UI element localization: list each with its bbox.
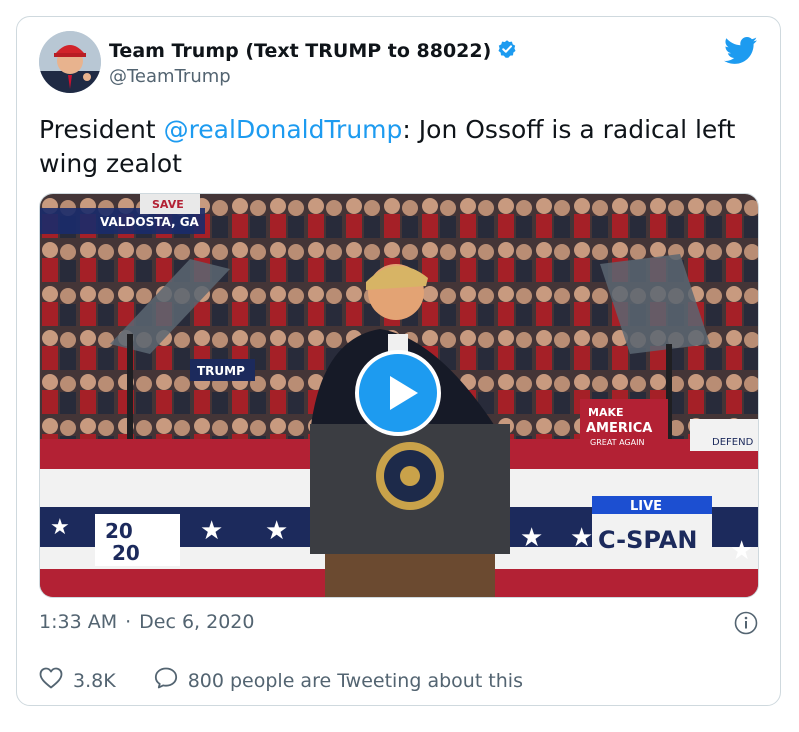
mention-link[interactable]: @realDonaldTrump — [164, 115, 403, 144]
tweet-card[interactable]: Team Trump (Text TRUMP to 88022) @TeamTr… — [16, 16, 781, 706]
timestamp-separator: · — [125, 611, 132, 633]
svg-text:★: ★ — [265, 516, 288, 546]
conversation-text: 800 people are Tweeting about this — [187, 669, 523, 692]
action-bar: 3.8K 800 people are Tweeting about this — [39, 667, 523, 694]
timestamp-row: 1:33 AM · Dec 6, 2020 — [39, 611, 254, 633]
author-display-name[interactable]: Team Trump (Text TRUMP to 88022) — [109, 40, 491, 62]
save-sign-text: SAVE — [152, 198, 184, 211]
tweet-time[interactable]: 1:33 AM — [39, 611, 117, 633]
network-logo: C-SPAN — [598, 526, 697, 554]
like-button[interactable]: 3.8K — [39, 667, 116, 694]
avatar[interactable] — [39, 31, 101, 93]
badge-top: 20 — [105, 519, 133, 543]
live-label: LIVE — [630, 499, 662, 514]
svg-text:★: ★ — [200, 516, 223, 546]
svg-text:★: ★ — [730, 536, 753, 566]
defend-sign-text: DEFEND — [712, 437, 754, 448]
play-button[interactable] — [355, 350, 441, 436]
svg-text:★: ★ — [570, 523, 593, 553]
badge-bottom: 20 — [112, 541, 140, 565]
info-icon[interactable] — [734, 611, 758, 639]
conversation-button[interactable]: 800 people are Tweeting about this — [154, 667, 523, 694]
heart-icon — [39, 667, 63, 694]
maga-sign-line1: MAKE — [588, 406, 624, 419]
svg-text:★: ★ — [50, 515, 70, 540]
maga-sign-line3: GREAT AGAIN — [590, 438, 644, 447]
trump-sign-text: TRUMP — [197, 364, 245, 378]
location-caption: VALDOSTA, GA — [100, 215, 200, 229]
avatar-image — [39, 31, 101, 93]
svg-text:★: ★ — [520, 523, 543, 553]
verified-badge-icon — [497, 39, 517, 63]
speech-bubble-icon — [154, 667, 178, 694]
maga-sign-line2: AMERICA — [586, 421, 652, 436]
play-icon — [390, 376, 418, 410]
like-count: 3.8K — [73, 669, 116, 692]
video-player[interactable]: ★ ★ ★ ★ ★ ★ VALDOSTA, GA SAVE TRUMP MAKE… — [39, 193, 759, 598]
twitter-bird-icon[interactable] — [724, 37, 758, 69]
tweet-date[interactable]: Dec 6, 2020 — [139, 611, 254, 633]
tweet-text: President @realDonaldTrump: Jon Ossoff i… — [39, 113, 759, 181]
author-handle[interactable]: @TeamTrump — [109, 66, 231, 87]
tweet-text-prefix: President — [39, 115, 164, 144]
